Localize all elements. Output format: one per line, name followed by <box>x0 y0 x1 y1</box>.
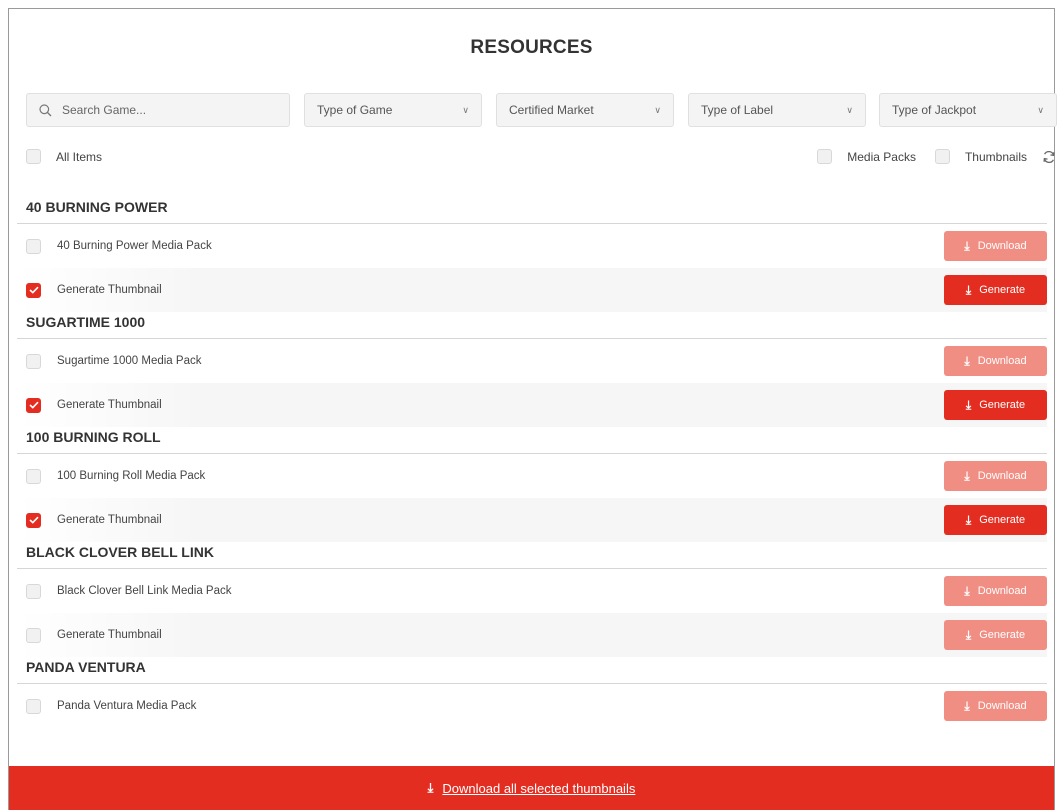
refresh-icon[interactable] <box>1042 150 1056 164</box>
resource-row: 40 Burning Power Media Pack ⤓ Download <box>17 224 1047 268</box>
thumbnails-label: Thumbnails <box>964 149 1027 164</box>
type-toggles: Media Packs Thumbnails <box>817 149 1056 164</box>
row-label: Sugartime 1000 Media Pack <box>57 355 202 367</box>
row-label: Panda Ventura Media Pack <box>57 700 197 712</box>
button-label: Generate <box>979 399 1026 411</box>
type-of-game-value: Type of Game <box>317 103 393 117</box>
row-label: 100 Burning Roll Media Pack <box>57 470 206 482</box>
row-label: Generate Thumbnail <box>57 284 162 296</box>
download-icon: ⤓ <box>964 468 970 483</box>
button-label: Download <box>977 240 1027 252</box>
selection-row: All Items Media Packs Thumbnails <box>26 149 1056 169</box>
row-checkbox[interactable] <box>26 583 41 599</box>
download-icon: ⤓ <box>965 397 972 412</box>
resource-row: Panda Ventura Media Pack ⤓ Download <box>17 684 1047 728</box>
row-label: Generate Thumbnail <box>57 399 162 411</box>
type-of-jackpot-select[interactable]: Type of Jackpot ∨ <box>879 93 1057 127</box>
generate-button[interactable]: ⤓ Generate <box>944 620 1047 650</box>
row-label: Generate Thumbnail <box>57 514 162 526</box>
group-title: PANDA VENTURA <box>17 657 1047 684</box>
all-items-toggle[interactable]: All Items <box>26 149 102 164</box>
chevron-down-icon: ∨ <box>654 104 661 115</box>
generate-button[interactable]: ⤓ Generate <box>944 505 1047 535</box>
button-label: Download <box>977 470 1027 482</box>
all-items-label: All Items <box>56 149 103 164</box>
resource-row: Generate Thumbnail ⤓ Generate <box>17 613 1047 657</box>
resource-list: 40 BURNING POWER 40 Burning Power Media P… <box>17 197 1047 728</box>
filter-bar: Type of Game ∨ Certified Market ∨ Type o… <box>26 93 1057 129</box>
resource-row: 100 Burning Roll Media Pack ⤓ Download <box>17 454 1047 498</box>
download-button[interactable]: ⤓ Download <box>944 691 1047 721</box>
generate-button[interactable]: ⤓ Generate <box>944 275 1047 305</box>
download-all-selected-link[interactable]: Download all selected thumbnails <box>442 781 635 796</box>
row-checkbox[interactable] <box>26 512 41 528</box>
download-button[interactable]: ⤓ Download <box>944 461 1047 491</box>
search-icon <box>39 103 52 116</box>
download-button[interactable]: ⤓ Download <box>944 231 1047 261</box>
generate-button[interactable]: ⤓ Generate <box>944 390 1047 420</box>
chevron-down-icon: ∨ <box>462 104 469 115</box>
certified-market-value: Certified Market <box>509 103 594 117</box>
group-title: SUGARTIME 1000 <box>17 312 1047 339</box>
download-icon: ⤓ <box>964 238 970 253</box>
certified-market-select[interactable]: Certified Market ∨ <box>496 93 674 127</box>
search-box[interactable] <box>26 93 290 127</box>
download-icon: ⤓ <box>964 583 970 598</box>
type-of-label-value: Type of Label <box>701 103 774 117</box>
group-title: BLACK CLOVER BELL LINK <box>17 542 1047 569</box>
row-checkbox[interactable] <box>26 698 41 714</box>
chevron-down-icon: ∨ <box>846 104 853 115</box>
button-label: Generate <box>979 629 1026 641</box>
row-checkbox[interactable] <box>26 238 41 254</box>
resource-row: Generate Thumbnail ⤓ Generate <box>17 498 1047 542</box>
resource-row: Generate Thumbnail ⤓ Generate <box>17 268 1047 312</box>
row-checkbox[interactable] <box>26 282 41 298</box>
download-all-bar: ⤓ Download all selected thumbnails <box>9 766 1054 810</box>
all-items-checkbox[interactable] <box>26 149 41 164</box>
group-title: 100 BURNING ROLL <box>17 427 1047 454</box>
download-icon: ⤓ <box>965 282 972 297</box>
row-checkbox[interactable] <box>26 627 41 643</box>
chevron-down-icon: ∨ <box>1037 104 1044 115</box>
row-checkbox[interactable] <box>26 397 41 413</box>
download-icon: ⤓ <box>964 698 970 713</box>
download-button[interactable]: ⤓ Download <box>944 576 1047 606</box>
download-button[interactable]: ⤓ Download <box>944 346 1047 376</box>
search-input[interactable] <box>60 102 264 118</box>
button-label: Generate <box>979 514 1026 526</box>
resource-row: Generate Thumbnail ⤓ Generate <box>17 383 1047 427</box>
download-icon: ⤓ <box>427 780 434 795</box>
row-label: Black Clover Bell Link Media Pack <box>57 585 232 597</box>
button-label: Download <box>977 700 1027 712</box>
row-checkbox[interactable] <box>26 468 41 484</box>
media-packs-label: Media Packs <box>847 149 916 164</box>
row-checkbox[interactable] <box>26 353 41 369</box>
button-label: Download <box>977 585 1027 597</box>
type-of-game-select[interactable]: Type of Game ∨ <box>304 93 482 127</box>
group-title: 40 BURNING POWER <box>17 197 1047 224</box>
button-label: Download <box>977 355 1027 367</box>
type-of-label-select[interactable]: Type of Label ∨ <box>688 93 866 127</box>
media-packs-checkbox[interactable] <box>817 149 833 164</box>
download-icon: ⤓ <box>965 512 972 527</box>
row-label: 40 Burning Power Media Pack <box>57 240 212 252</box>
button-label: Generate <box>979 284 1026 296</box>
page-title: RESOURCES <box>470 37 593 58</box>
resource-row: Black Clover Bell Link Media Pack ⤓ Downlo… <box>17 569 1047 613</box>
thumbnails-checkbox[interactable] <box>934 149 950 164</box>
row-label: Generate Thumbnail <box>57 629 162 641</box>
resource-row: Sugartime 1000 Media Pack ⤓ Download <box>17 339 1047 383</box>
download-icon: ⤓ <box>965 627 972 642</box>
type-of-jackpot-value: Type of Jackpot <box>892 103 977 117</box>
resources-panel: RESOURCES Type of Game ∨ Certified Marke… <box>8 8 1057 810</box>
download-icon: ⤓ <box>964 353 970 368</box>
